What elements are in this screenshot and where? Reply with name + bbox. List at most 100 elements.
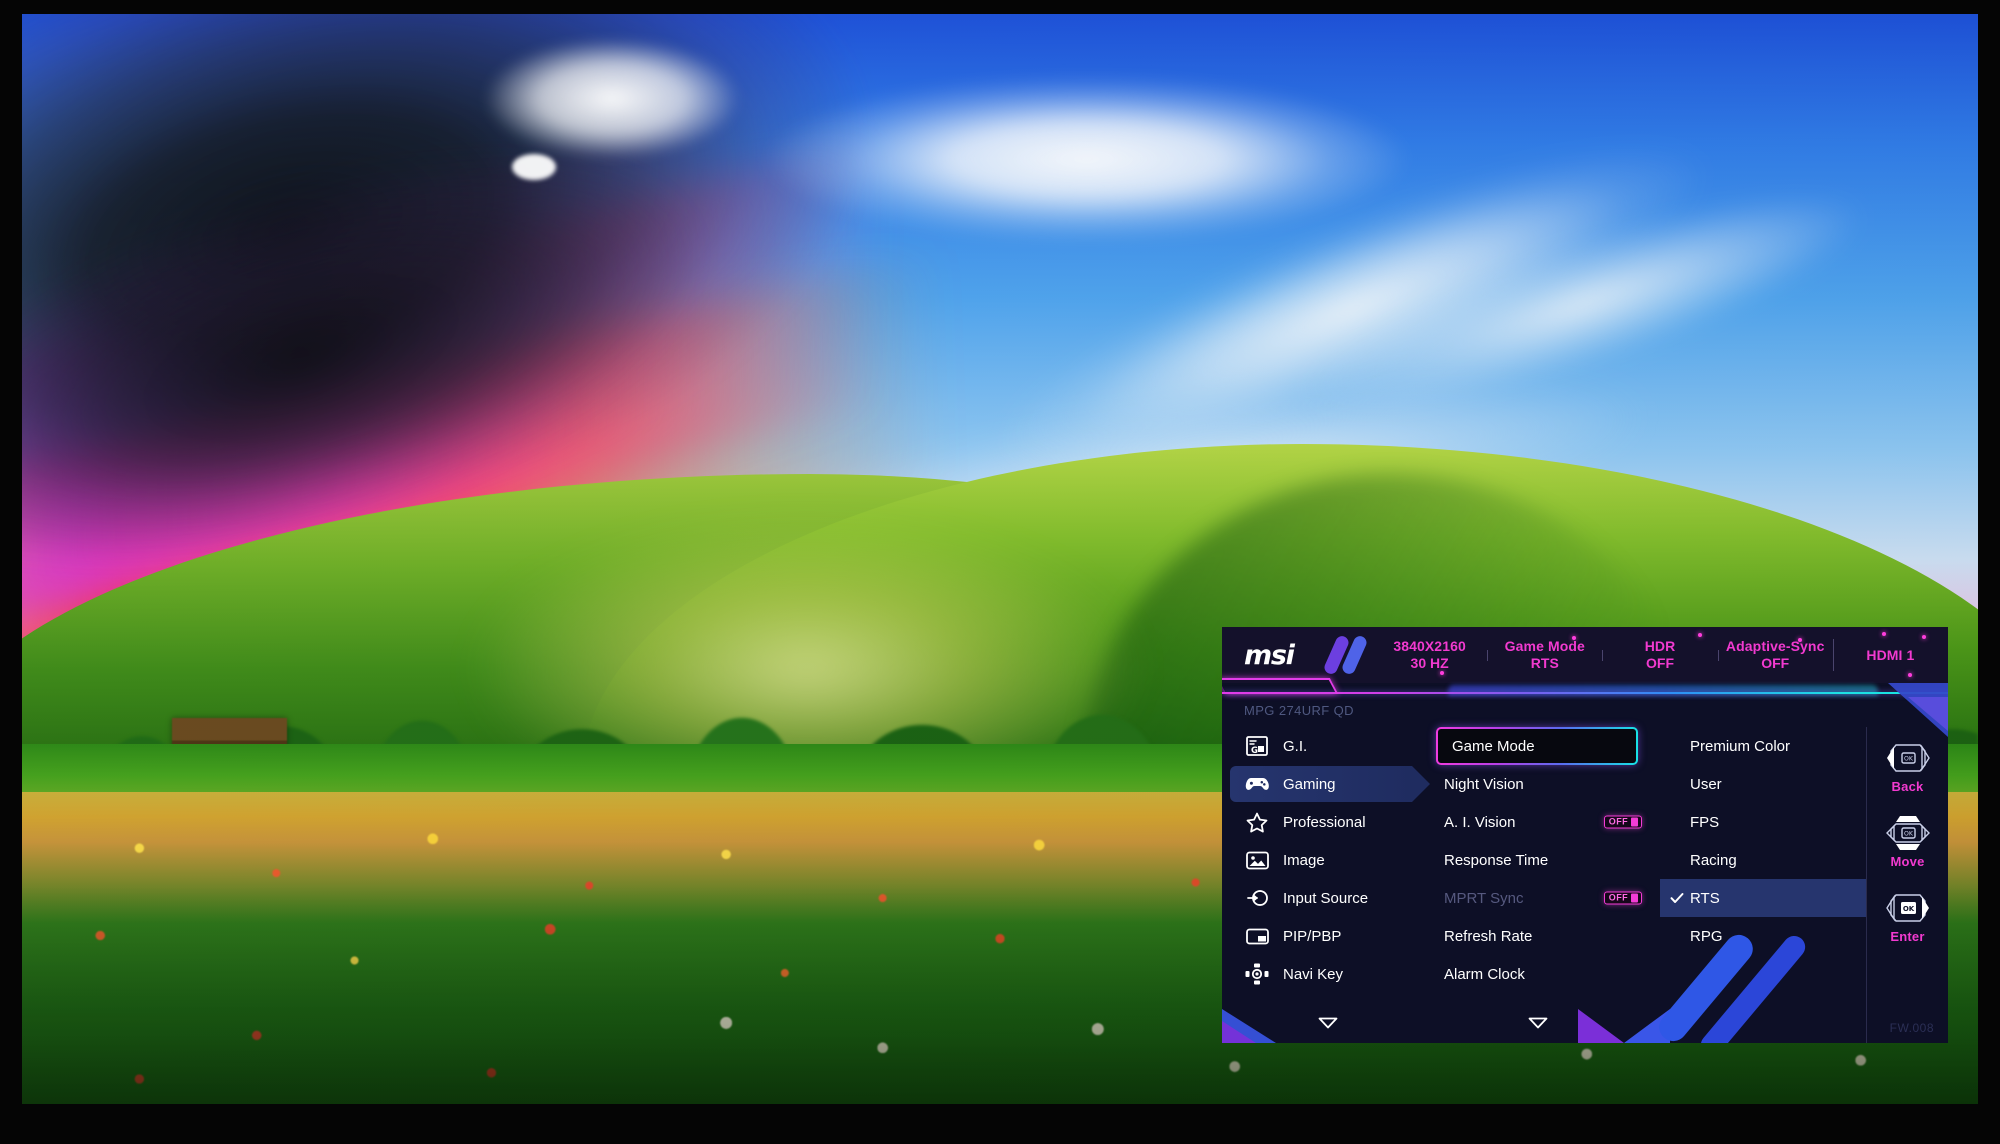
- svg-text:OK: OK: [1902, 905, 1914, 913]
- status-game-mode-label: Game Mode: [1504, 637, 1585, 654]
- sidebar-item-label: Gaming: [1283, 775, 1336, 793]
- joystick-enter-icon: OK: [1867, 889, 1948, 927]
- option-label: User: [1690, 775, 1722, 793]
- status-hdr-value: OFF: [1646, 655, 1674, 671]
- msi-stripes-icon: [1322, 634, 1376, 676]
- osd-nav-hints: OK Back OK Move OK Enter: [1866, 727, 1948, 1043]
- submenu-item-label: Game Mode: [1452, 737, 1535, 755]
- header-dot-icon: [1698, 633, 1702, 637]
- osd-header: msi 3840X2160 30 HZ Game Mode RTS HDR OF…: [1222, 627, 1948, 683]
- submenu-item-night-vision[interactable]: Night Vision: [1432, 765, 1660, 803]
- ai-vision-toggle[interactable]: OFF: [1603, 815, 1642, 829]
- osd-sidebar: G G.I. Gaming Professional Image Input S…: [1222, 727, 1432, 1043]
- submenu-item-alarm-clock[interactable]: Alarm Clock: [1432, 955, 1660, 993]
- monitor-model-label: MPG 274URF QD: [1244, 703, 1354, 718]
- option-racing[interactable]: Racing: [1660, 841, 1866, 879]
- submenu-item-game-mode[interactable]: Game Mode: [1438, 729, 1636, 763]
- svg-text:OK: OK: [1904, 756, 1914, 763]
- svg-text:OK: OK: [1904, 831, 1914, 838]
- submenu-item-mprt-sync: MPRT Sync OFF: [1432, 879, 1660, 917]
- toggle-label: OFF: [1608, 892, 1628, 903]
- osd-divider: [1222, 678, 1948, 697]
- option-label: Racing: [1690, 851, 1737, 869]
- sidebar-item-gi[interactable]: G G.I.: [1222, 727, 1432, 765]
- msi-wordmark: msi: [1244, 639, 1295, 671]
- sidebar-item-pip-pbp[interactable]: PIP/PBP: [1222, 917, 1432, 955]
- sidebar-item-label: G.I.: [1283, 737, 1308, 755]
- status-game-mode-value: RTS: [1530, 655, 1559, 671]
- nav-move[interactable]: OK Move: [1867, 814, 1948, 869]
- submenu-item-label: Night Vision: [1444, 775, 1524, 793]
- picture-icon: [1244, 849, 1270, 871]
- osd-options: Premium Color User FPS Racing RTS RPG: [1660, 727, 1866, 1043]
- option-label: RTS: [1690, 889, 1720, 907]
- osd-menu[interactable]: msi 3840X2160 30 HZ Game Mode RTS HDR OF…: [1222, 627, 1948, 1043]
- star-icon: [1244, 811, 1270, 833]
- status-hdr: HDR OFF: [1602, 638, 1717, 673]
- firmware-version: FW.008: [1889, 1021, 1934, 1035]
- option-label: RPG: [1690, 927, 1723, 945]
- submenu-scroll-down-icon[interactable]: [1528, 1017, 1548, 1029]
- option-premium-color[interactable]: Premium Color: [1660, 727, 1866, 765]
- status-resolution-value: 3840X2160: [1393, 637, 1466, 654]
- sidebar-item-navi-key[interactable]: Navi Key: [1222, 955, 1432, 993]
- toggle-label: OFF: [1608, 816, 1628, 827]
- submenu-item-label: MPRT Sync: [1444, 889, 1524, 907]
- nav-label: Move: [1890, 854, 1925, 869]
- header-dot-icon: [1798, 638, 1802, 642]
- option-label: Premium Color: [1690, 737, 1791, 755]
- sidebar-item-professional[interactable]: Professional: [1222, 803, 1432, 841]
- sidebar-item-label: Image: [1283, 851, 1325, 869]
- sidebar-scroll-down-icon[interactable]: [1318, 1017, 1338, 1029]
- joystick-updown-icon: OK: [1867, 814, 1948, 852]
- sidebar-item-image[interactable]: Image: [1222, 841, 1432, 879]
- status-adaptive-sync-value: OFF: [1761, 655, 1790, 671]
- status-resolution: 3840X2160 30 HZ: [1372, 638, 1487, 673]
- checkmark-icon: [1670, 891, 1684, 905]
- nav-back[interactable]: OK Back: [1867, 739, 1948, 794]
- mprt-sync-toggle: OFF: [1603, 891, 1642, 905]
- osd-body: G G.I. Gaming Professional Image Input S…: [1222, 727, 1948, 1043]
- toggle-knob-icon: [1631, 893, 1638, 903]
- status-hdr-label: HDR: [1644, 637, 1676, 654]
- monitor-screenshot: msi 3840X2160 30 HZ Game Mode RTS HDR OF…: [0, 0, 2000, 1144]
- osd-submenu: Game Mode Night Vision A. I. Vision OFF …: [1432, 727, 1660, 1043]
- submenu-item-response-time[interactable]: Response Time: [1432, 841, 1660, 879]
- decor-triangle-top-right-2: [1908, 697, 1948, 731]
- submenu-item-game-mode-focus[interactable]: Game Mode: [1436, 727, 1638, 765]
- submenu-item-label: Alarm Clock: [1444, 965, 1525, 983]
- sidebar-item-label: PIP/PBP: [1283, 927, 1342, 945]
- option-rts[interactable]: RTS: [1660, 879, 1866, 917]
- submenu-item-ai-vision[interactable]: A. I. Vision OFF: [1432, 803, 1660, 841]
- nav-enter[interactable]: OK Enter: [1867, 889, 1948, 944]
- status-adaptive-sync-label: Adaptive-Sync: [1725, 637, 1825, 654]
- submenu-item-label: Response Time: [1444, 851, 1549, 869]
- gi-icon: G: [1244, 735, 1270, 757]
- option-rpg[interactable]: RPG: [1660, 917, 1866, 955]
- sidebar-item-input-source[interactable]: Input Source: [1222, 879, 1432, 917]
- joystick-left-icon: OK: [1867, 739, 1948, 777]
- sidebar-item-label: Professional: [1283, 813, 1366, 831]
- gamepad-icon: [1244, 773, 1270, 795]
- submenu-item-refresh-rate[interactable]: Refresh Rate: [1432, 917, 1660, 955]
- sidebar-item-gaming[interactable]: Gaming: [1222, 765, 1432, 803]
- status-refresh-value: 30 HZ: [1410, 655, 1449, 671]
- option-user[interactable]: User: [1660, 765, 1866, 803]
- nav-label: Enter: [1890, 929, 1925, 944]
- osd-status-bar: 3840X2160 30 HZ Game Mode RTS HDR OFF Ad…: [1372, 627, 1948, 683]
- submenu-item-label: A. I. Vision: [1444, 813, 1516, 831]
- status-input-value: HDMI 1: [1866, 647, 1915, 663]
- header-dot-icon: [1922, 635, 1926, 639]
- msi-logo: msi: [1222, 627, 1372, 683]
- option-label: FPS: [1690, 813, 1720, 831]
- sidebar-item-label: Input Source: [1283, 889, 1369, 907]
- status-adaptive-sync: Adaptive-Sync OFF: [1717, 637, 1833, 673]
- pip-icon: [1244, 925, 1270, 947]
- option-fps[interactable]: FPS: [1660, 803, 1866, 841]
- header-dot-icon: [1882, 632, 1886, 636]
- status-input-source: HDMI 1: [1832, 627, 1948, 683]
- toggle-knob-icon: [1631, 817, 1638, 827]
- sidebar-item-label: Navi Key: [1283, 965, 1344, 983]
- header-dot-icon: [1572, 636, 1576, 640]
- navi-key-icon: [1244, 963, 1270, 985]
